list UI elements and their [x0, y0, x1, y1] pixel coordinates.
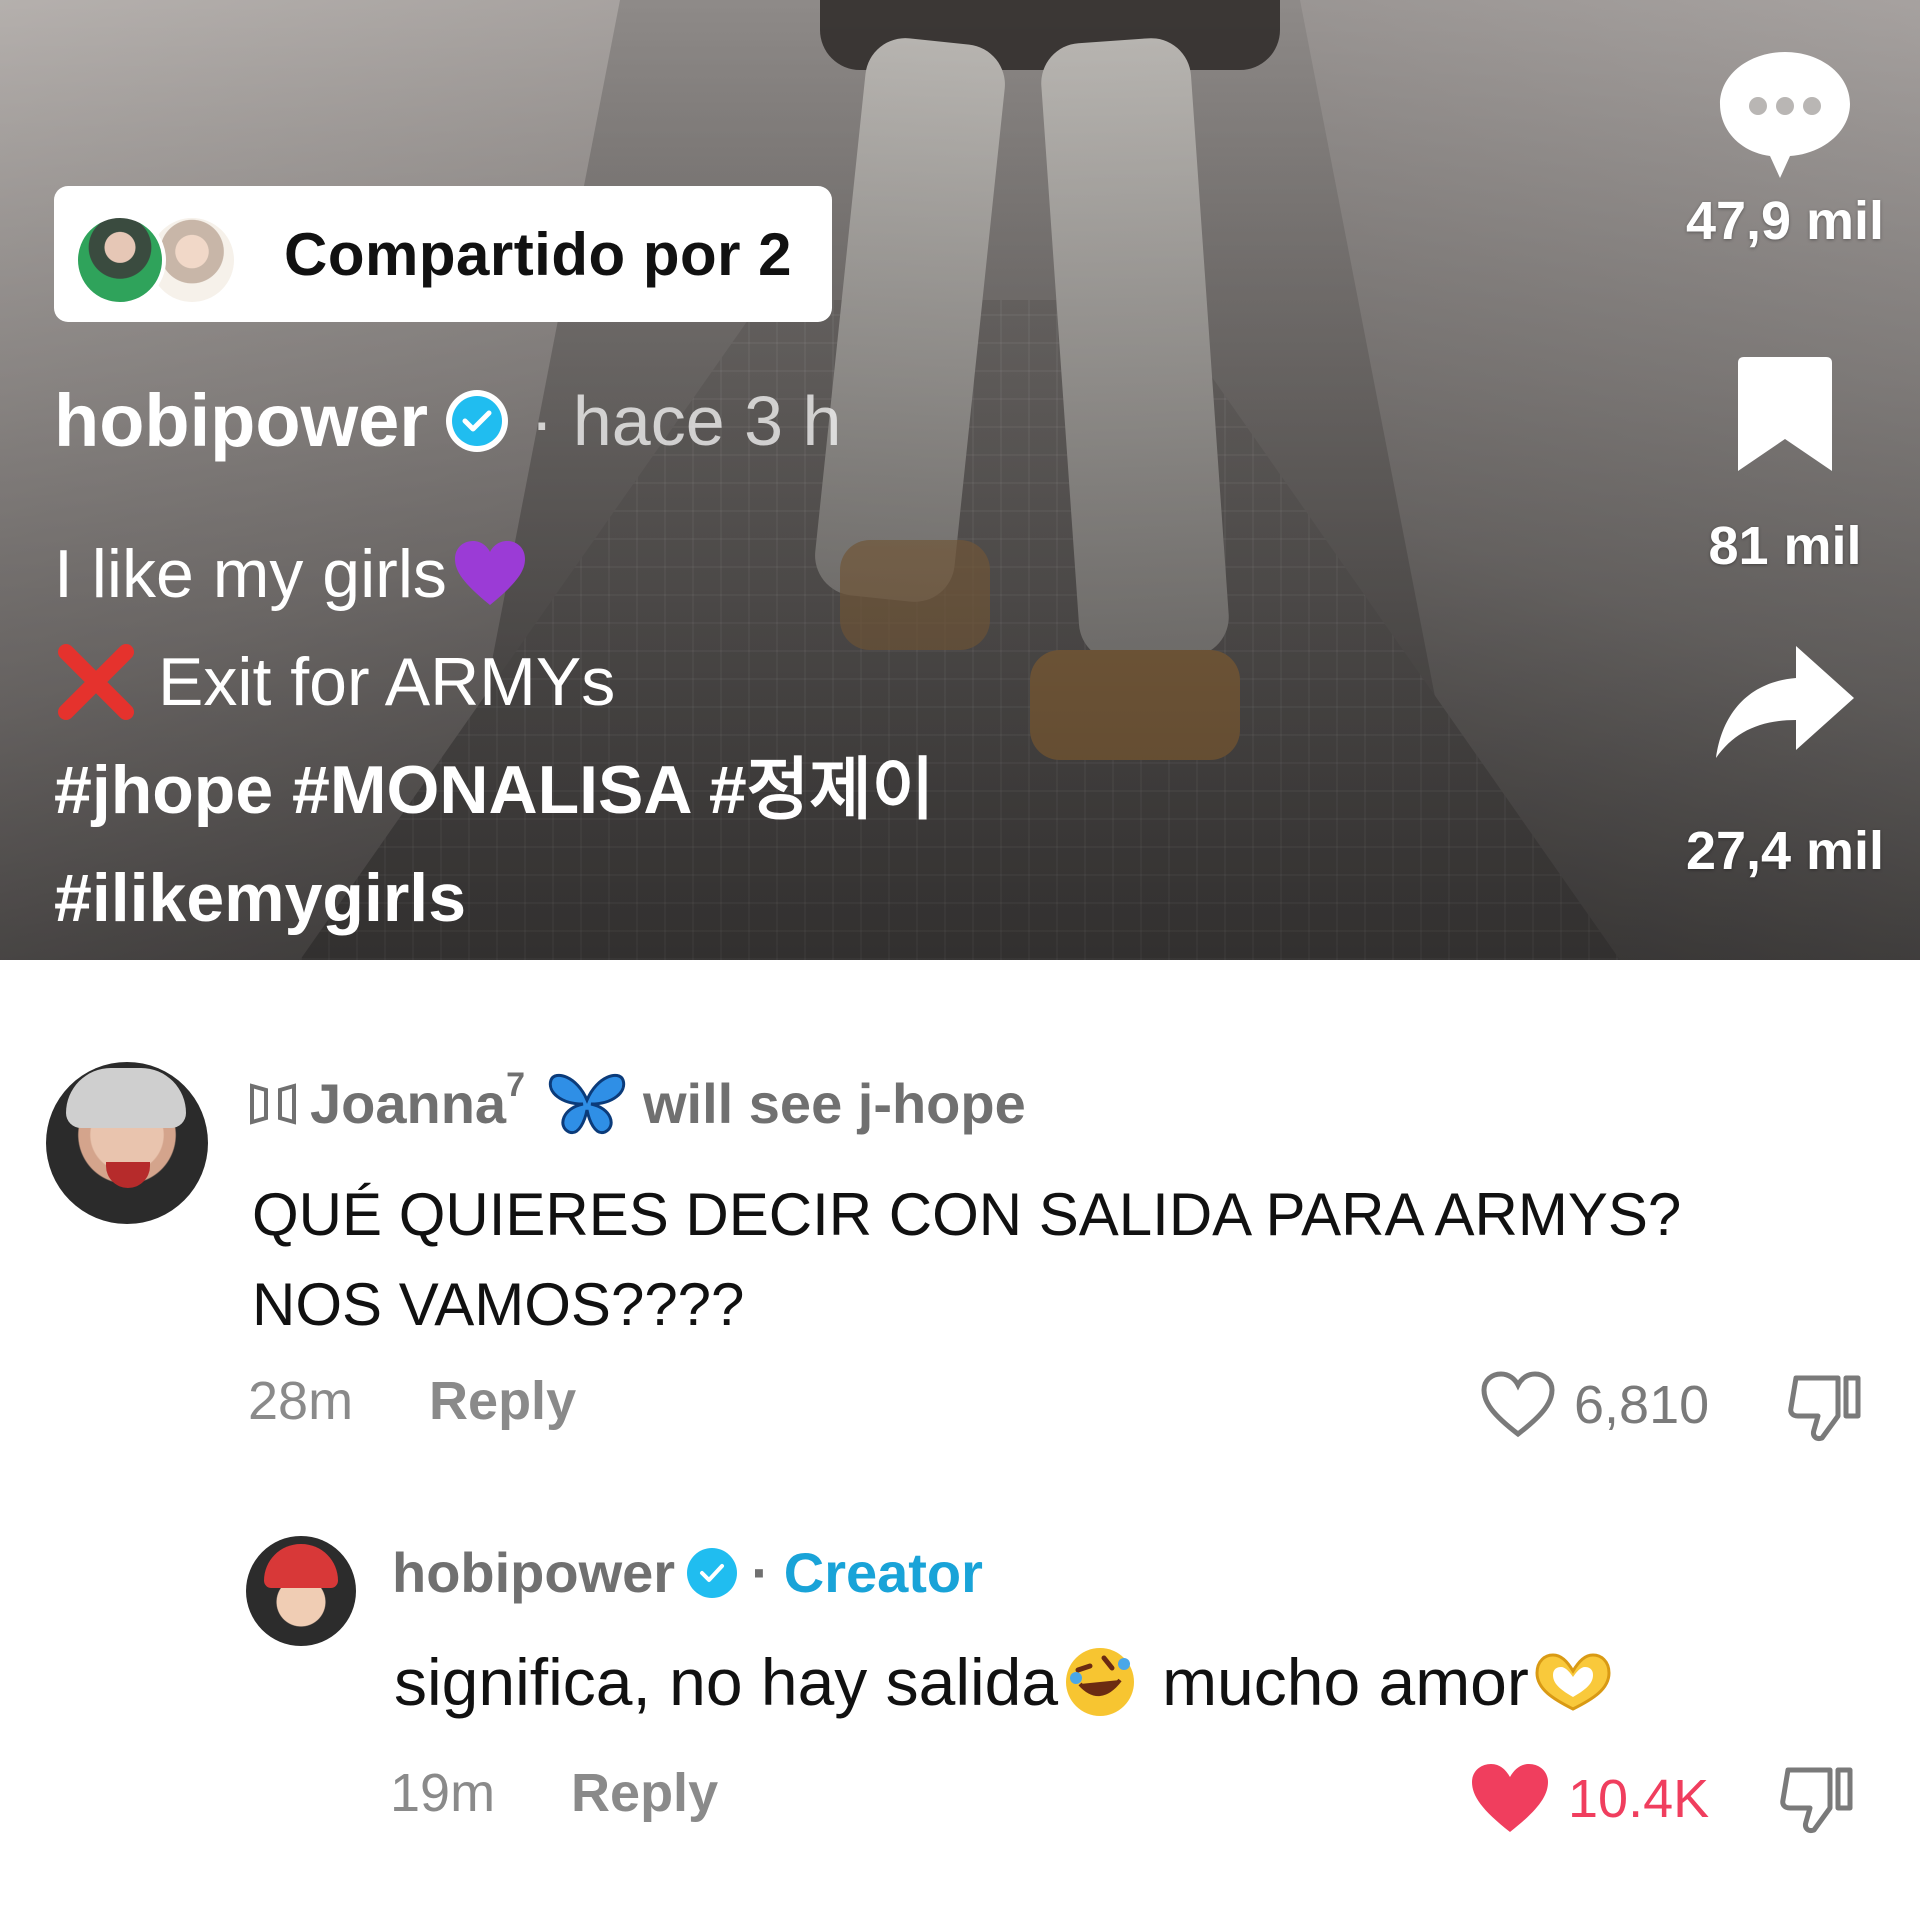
- shares-count: 27,4 mil: [1685, 821, 1885, 881]
- video-author-row: hobipower · hace 3 h: [54, 378, 841, 463]
- butterfly-icon: [548, 1074, 626, 1135]
- share-arrow-icon[interactable]: [1710, 640, 1860, 770]
- like-button[interactable]: 6,810: [1480, 1370, 1709, 1440]
- like-count: 10.4K: [1568, 1769, 1710, 1829]
- caption-hashtags[interactable]: #ilikemygirls: [54, 844, 466, 952]
- avatar: [74, 214, 166, 306]
- heart-icon[interactable]: [1480, 1370, 1556, 1440]
- comment-display-suffix: will see j-hope: [642, 1071, 1026, 1135]
- comment-header: Joanna 7 will see j-hope: [248, 1066, 1026, 1136]
- dislike-icon[interactable]: [1778, 1762, 1858, 1838]
- like-button[interactable]: 10.4K: [1470, 1762, 1709, 1836]
- saves-count: 81 mil: [1708, 516, 1862, 576]
- cross-mark-icon: [58, 644, 134, 720]
- verified-icon: [446, 389, 509, 452]
- comment-username[interactable]: Joanna: [310, 1071, 506, 1136]
- separator-dot: ·: [751, 1541, 770, 1604]
- shared-by-label: Compartido por 2: [284, 220, 793, 288]
- dislike-button[interactable]: [1778, 1762, 1858, 1843]
- post-time: · hace 3 h: [530, 381, 842, 460]
- comment-text: significa, no hay salida mucho amor: [394, 1644, 1613, 1720]
- avatar[interactable]: [246, 1536, 356, 1646]
- comment-text-part: significa, no hay salida: [394, 1645, 1059, 1719]
- purple-heart-icon: [454, 541, 525, 605]
- heart-icon[interactable]: [1470, 1762, 1550, 1836]
- comments-action[interactable]: 47,9 mil: [1680, 40, 1890, 252]
- shared-avatars: [74, 204, 254, 306]
- rofl-emoji-icon: [1066, 1648, 1135, 1716]
- share-action[interactable]: 27,4 mil: [1680, 640, 1890, 882]
- video-author-name[interactable]: hobipower: [54, 378, 428, 463]
- save-action[interactable]: 81 mil: [1680, 355, 1890, 577]
- comment-text-part: mucho amor: [1162, 1645, 1529, 1719]
- caption-hashtags[interactable]: #jhope #MONALISA #정제이: [54, 736, 934, 844]
- comment-time: 28m: [248, 1371, 354, 1431]
- comment-meta: 28m Reply: [248, 1370, 576, 1432]
- comment-time: 19m: [390, 1763, 496, 1823]
- heart-hands-icon: [1535, 1653, 1611, 1711]
- avatar[interactable]: [46, 1062, 208, 1224]
- comment-meta: 19m Reply: [390, 1762, 718, 1824]
- reply-button[interactable]: Reply: [571, 1762, 718, 1824]
- comment-header: hobipower · Creator: [392, 1540, 983, 1605]
- caption-line: I like my girls: [54, 536, 447, 612]
- comment-text: QUÉ QUIERES DECIR CON SALIDA PARA ARMYS?…: [252, 1181, 1682, 1338]
- comment-username[interactable]: hobipower: [392, 1540, 675, 1605]
- dislike-button[interactable]: [1786, 1370, 1866, 1451]
- bookmark-icon[interactable]: [1730, 355, 1840, 477]
- like-count: 6,810: [1574, 1375, 1710, 1435]
- video-player[interactable]: Compartido por 2 hobipower · hace 3 h I …: [0, 0, 1920, 960]
- verified-icon: [687, 1547, 738, 1598]
- username-superscript: 7: [506, 1065, 525, 1104]
- video-caption: I like my girls Exit for ARMYs #jhope #M…: [54, 520, 934, 952]
- comments-count: 47,9 mil: [1685, 191, 1885, 251]
- reply-button[interactable]: Reply: [429, 1370, 576, 1432]
- comment-bubble-icon[interactable]: [1710, 40, 1860, 190]
- bts-logo-icon: [250, 1083, 296, 1125]
- shared-by-pill[interactable]: Compartido por 2: [54, 186, 832, 322]
- caption-line: Exit for ARMYs: [158, 644, 616, 720]
- dislike-icon[interactable]: [1786, 1370, 1866, 1446]
- creator-badge: Creator: [783, 1541, 983, 1604]
